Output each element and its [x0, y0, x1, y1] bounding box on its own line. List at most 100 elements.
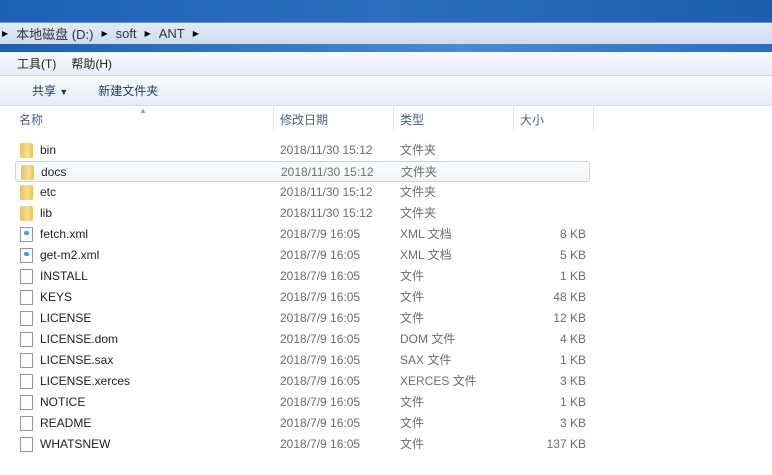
file-row[interactable]: docs 2018/11/30 15:12 文件夹	[15, 161, 590, 182]
file-type: XERCES 文件	[400, 374, 477, 388]
file-size: 5 KB	[559, 248, 586, 262]
file-date: 2018/7/9 16:05	[280, 374, 361, 388]
file-row[interactable]: get-m2.xml 2018/7/9 16:05 XML 文档 5 KB	[15, 245, 590, 265]
breadcrumb-ant[interactable]: ANT	[159, 26, 185, 41]
file-size: 48 KB	[553, 290, 586, 304]
file-date: 2018/7/9 16:05	[280, 437, 361, 451]
file-row[interactable]: LICENSE.dom 2018/7/9 16:05 DOM 文件 4 KB	[15, 329, 590, 349]
file-size: 8 KB	[559, 227, 586, 241]
chevron-right-icon[interactable]: ▶	[2, 29, 8, 38]
file-type: 文件	[400, 437, 425, 451]
xml-file-icon	[20, 227, 33, 242]
file-type: 文件	[400, 416, 425, 430]
file-row[interactable]: INSTALL 2018/7/9 16:05 文件 1 KB	[15, 266, 590, 286]
file-type: DOM 文件	[400, 332, 456, 346]
breadcrumb-soft[interactable]: soft	[116, 26, 137, 41]
chevron-right-icon[interactable]: ▶	[193, 29, 199, 38]
file-icon	[20, 290, 33, 305]
toolbar: 共享 ▼ 新建文件夹	[0, 76, 772, 106]
file-row[interactable]: README 2018/7/9 16:05 文件 3 KB	[15, 413, 590, 433]
file-name: etc	[40, 185, 57, 199]
file-date: 2018/7/9 16:05	[280, 227, 361, 241]
file-size: 4 KB	[559, 332, 586, 346]
folder-icon	[21, 165, 34, 180]
window-frame	[0, 44, 772, 52]
menu-tools[interactable]: 工具(T)	[17, 55, 56, 72]
breadcrumb-drive[interactable]: 本地磁盘 (D:)	[16, 24, 93, 43]
file-date: 2018/7/9 16:05	[280, 332, 361, 346]
file-name: fetch.xml	[40, 227, 89, 241]
file-size: 1 KB	[559, 353, 586, 367]
file-type: 文件夹	[400, 206, 437, 220]
file-date: 2018/11/30 15:12	[280, 185, 373, 199]
file-date: 2018/11/30 15:12	[280, 143, 373, 157]
file-size: 137 KB	[546, 437, 586, 451]
file-size: 3 KB	[559, 416, 586, 430]
file-name: LICENSE.sax	[40, 353, 114, 367]
file-type: XML 文档	[400, 227, 452, 241]
column-date[interactable]: 修改日期	[274, 106, 394, 130]
column-name[interactable]: 名称	[13, 106, 274, 130]
file-date: 2018/11/30 15:12	[281, 165, 374, 179]
file-size: 3 KB	[559, 374, 586, 388]
chevron-right-icon[interactable]: ▶	[145, 29, 151, 38]
file-row[interactable]: etc 2018/11/30 15:12 文件夹	[15, 182, 590, 202]
file-size: 12 KB	[553, 311, 586, 325]
file-row[interactable]: NOTICE 2018/7/9 16:05 文件 1 KB	[15, 392, 590, 412]
file-icon	[20, 311, 33, 326]
column-type[interactable]: 类型	[394, 106, 514, 130]
dropdown-arrow-icon: ▼	[59, 87, 69, 97]
folder-icon	[20, 206, 33, 221]
file-name: docs	[41, 165, 67, 179]
file-icon	[20, 332, 33, 347]
file-row[interactable]: WHATSNEW 2018/7/9 16:05 文件 137 KB	[15, 434, 590, 454]
column-size[interactable]: 大小	[514, 106, 594, 130]
file-name: LICENSE.dom	[40, 332, 119, 346]
file-name: lib	[40, 206, 53, 220]
menu-bar: 工具(T) 帮助(H)	[0, 52, 772, 76]
file-name: get-m2.xml	[40, 248, 100, 262]
file-date: 2018/7/9 16:05	[280, 269, 361, 283]
file-icon	[20, 416, 33, 431]
file-date: 2018/7/9 16:05	[280, 248, 361, 262]
menu-help[interactable]: 帮助(H)	[71, 55, 112, 72]
file-type: 文件夹	[400, 143, 437, 157]
file-name: INSTALL	[40, 269, 88, 283]
file-icon	[20, 269, 33, 284]
file-name: README	[40, 416, 92, 430]
file-row[interactable]: LICENSE.sax 2018/7/9 16:05 SAX 文件 1 KB	[15, 350, 590, 370]
file-type: SAX 文件	[400, 353, 452, 367]
file-type: 文件夹	[401, 165, 438, 179]
file-icon	[20, 353, 33, 368]
file-row[interactable]: lib 2018/11/30 15:12 文件夹	[15, 203, 590, 223]
column-header: ▲ 名称 修改日期 类型 大小	[0, 106, 772, 130]
chevron-right-icon[interactable]: ▶	[101, 29, 107, 38]
file-row[interactable]: bin 2018/11/30 15:12 文件夹	[15, 140, 590, 160]
address-bar[interactable]: ▶ 本地磁盘 (D:) ▶ soft ▶ ANT ▶	[0, 22, 772, 45]
file-size: 1 KB	[559, 395, 586, 409]
file-date: 2018/7/9 16:05	[280, 416, 361, 430]
file-row[interactable]: LICENSE 2018/7/9 16:05 文件 12 KB	[15, 308, 590, 328]
file-type: XML 文档	[400, 248, 452, 262]
file-type: 文件	[400, 269, 425, 283]
file-row[interactable]: LICENSE.xerces 2018/7/9 16:05 XERCES 文件 …	[15, 371, 590, 391]
file-date: 2018/7/9 16:05	[280, 353, 361, 367]
file-name: NOTICE	[40, 395, 86, 409]
file-date: 2018/11/30 15:12	[280, 206, 373, 220]
file-icon	[20, 374, 33, 389]
file-date: 2018/7/9 16:05	[280, 290, 361, 304]
file-type: 文件	[400, 311, 425, 325]
share-label: 共享	[32, 84, 57, 98]
share-button[interactable]: 共享 ▼	[24, 82, 76, 99]
file-type: 文件	[400, 395, 425, 409]
new-folder-button[interactable]: 新建文件夹	[90, 82, 166, 99]
file-row[interactable]: fetch.xml 2018/7/9 16:05 XML 文档 8 KB	[15, 224, 590, 244]
folder-icon	[20, 185, 33, 200]
file-row[interactable]: KEYS 2018/7/9 16:05 文件 48 KB	[15, 287, 590, 307]
title-bar	[0, 0, 772, 22]
xml-file-icon	[20, 248, 33, 263]
file-name: LICENSE	[40, 311, 92, 325]
file-type: 文件夹	[400, 185, 437, 199]
file-size: 1 KB	[559, 269, 586, 283]
file-name: bin	[40, 143, 57, 157]
